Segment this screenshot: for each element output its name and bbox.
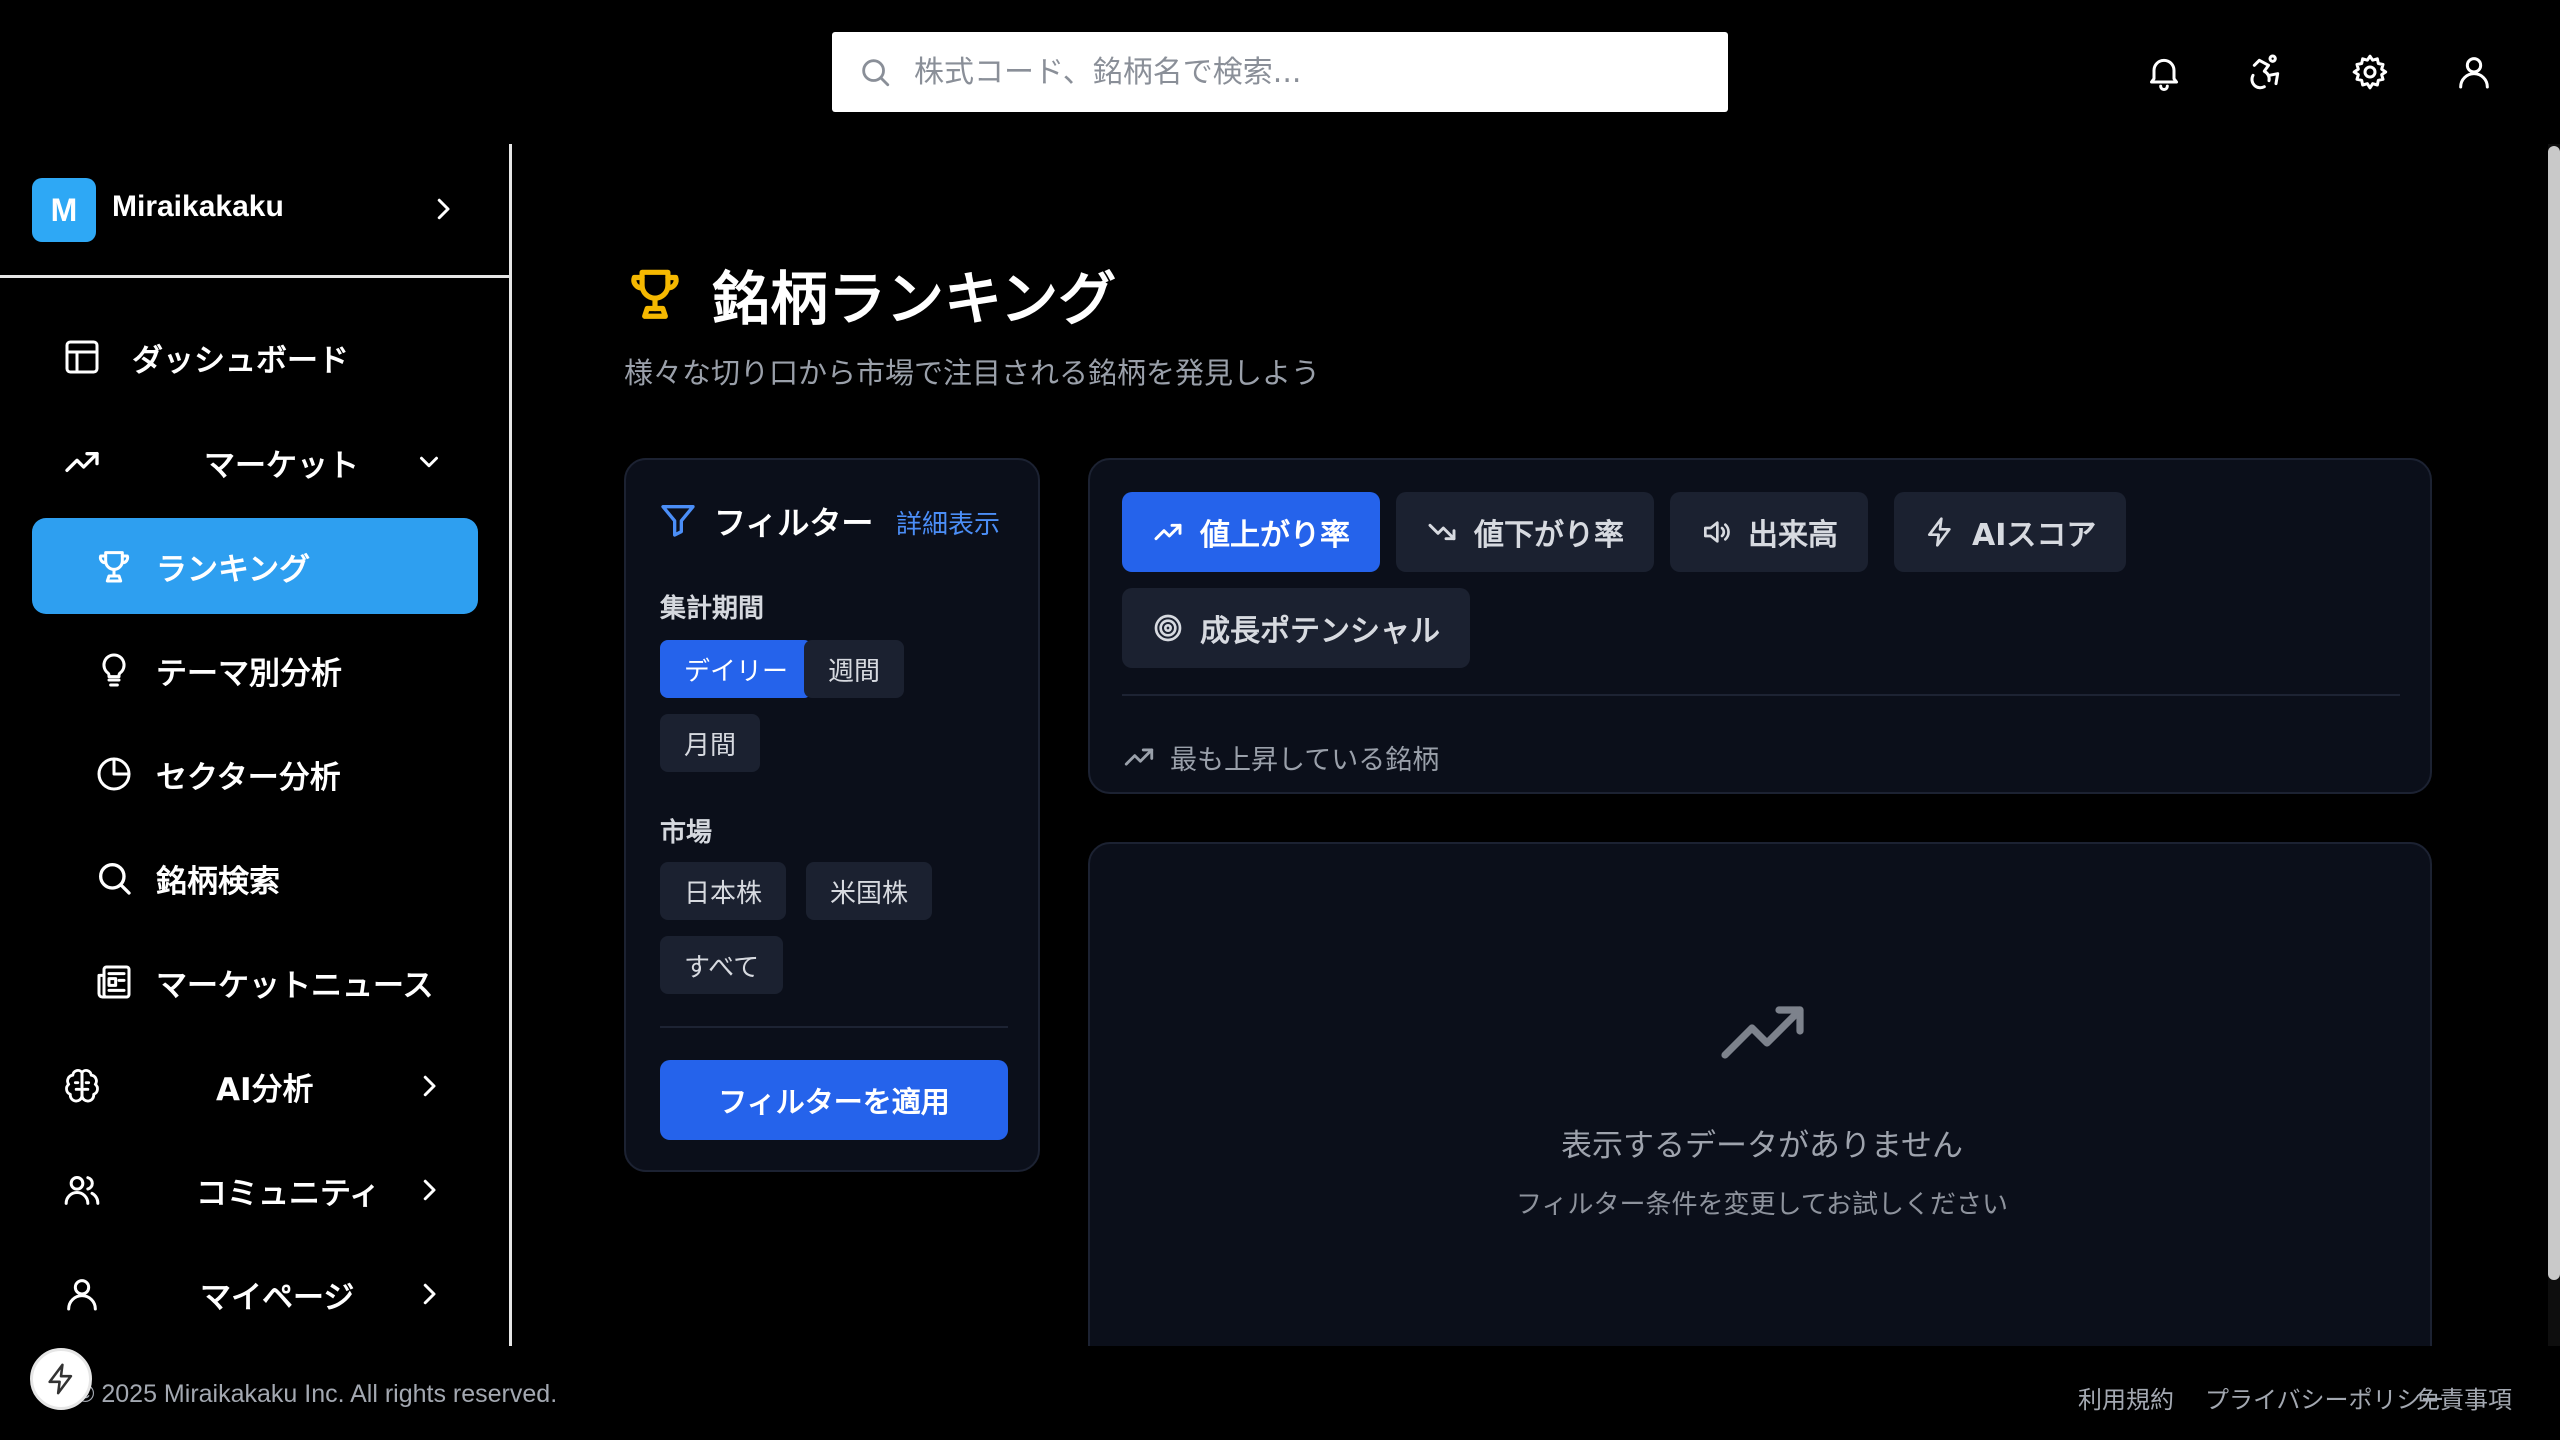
layout-icon [62, 337, 102, 377]
sidebar-item-market[interactable]: マーケット [32, 414, 478, 510]
user-icon[interactable] [2450, 48, 2498, 96]
user-icon [62, 1274, 102, 1314]
scrollbar-thumb[interactable] [2548, 146, 2560, 1280]
sidebar-item-stock-search[interactable]: 銘柄検索 [32, 830, 478, 926]
trending-up-icon [1154, 523, 1182, 541]
copyright-text: 2025 Miraikakaku Inc. All rights reserve… [101, 1380, 558, 1408]
volume-icon [1704, 521, 1730, 543]
lightning-icon [48, 1363, 73, 1395]
footer-link-disclaimer[interactable]: 免責事項 [2416, 1380, 2512, 1415]
lightbulb-icon [94, 650, 134, 690]
sidebar-item-label: 銘柄検索 [156, 863, 280, 900]
filter-icon [661, 505, 695, 537]
brain-icon [62, 1066, 102, 1106]
brand-name: Miraikakaku [112, 190, 284, 223]
period-label: 集計期間 [660, 594, 765, 624]
market-chip-all[interactable]: すべて [660, 936, 784, 994]
period-chip-daily[interactable]: デイリー [660, 640, 813, 698]
chevron-right-icon [423, 1283, 436, 1305]
chevron-right-icon [423, 1179, 436, 1201]
footer-link-terms[interactable]: 利用規約 [2078, 1380, 2174, 1415]
market-label: 市場 [660, 818, 713, 848]
period-chip-weekly[interactable]: 週間 [804, 640, 905, 698]
sidebar-item-label: マーケットニュース [156, 967, 434, 1004]
top-header [0, 0, 2560, 144]
sidebar-item-label: ダッシュボード [132, 342, 349, 379]
tabs-divider [1122, 694, 2400, 696]
sidebar: M Miraikakaku ダッシュボード マーケット ランキング テーマ別分析 [0, 144, 512, 1346]
sidebar-item-label: AI分析 [216, 1071, 314, 1108]
sidebar-item-sector-analysis[interactable]: セクター分析 [32, 726, 478, 822]
results-panel: 表示するデータがありません フィルター条件を変更してお試しください [1088, 842, 2432, 1382]
sidebar-item-label: マイページ [200, 1279, 355, 1316]
empty-state-title: 表示するデータがありません [1560, 1128, 1964, 1164]
filter-detail-link[interactable]: 詳細表示 [896, 504, 1000, 541]
tab-gainers[interactable]: 値上がり率 [1122, 492, 1380, 572]
chevron-right-icon [437, 198, 450, 220]
sidebar-item-label: ランキング [156, 551, 311, 588]
sidebar-item-ranking[interactable]: ランキング [32, 518, 478, 614]
sidebar-item-theme-analysis[interactable]: テーマ別分析 [32, 622, 478, 718]
gear-icon[interactable] [2346, 48, 2394, 96]
tab-label: 値上がり率 [1200, 518, 1350, 553]
tab-volume[interactable]: 出来高 [1670, 492, 1868, 572]
market-chip-us[interactable]: 米国株 [806, 862, 933, 920]
sidebar-item-market-news[interactable]: マーケットニュース [32, 934, 478, 1030]
ranking-tabs-panel: 値上がり率 値下がり率 出来高 AIスコア 成長ポテンシャル 最も上昇している銘… [1088, 458, 2432, 794]
empty-state-subtitle: フィルター条件を変更してお試しください [1516, 1190, 2008, 1220]
copyright: © 2025 Miraikakaku Inc. All rights reser… [76, 1380, 558, 1408]
trending-up-icon [1721, 1006, 1804, 1059]
footer-link-privacy[interactable]: プライバシーポリシー [2205, 1380, 2445, 1415]
brand-logo: M [32, 178, 96, 242]
tab-label: 値下がり率 [1474, 518, 1624, 553]
search-icon [94, 858, 134, 898]
trophy-icon [94, 546, 134, 586]
filter-title: フィルター [714, 504, 874, 542]
tab-losers[interactable]: 値下がり率 [1396, 492, 1654, 572]
lightning-icon [1928, 517, 1951, 547]
sidebar-item-label: セクター分析 [156, 759, 341, 796]
tab-label: 出来高 [1748, 518, 1838, 553]
trending-down-icon [1428, 523, 1456, 541]
page-title: 銘柄ランキング [712, 265, 1117, 333]
footer: © 2025 Miraikakaku Inc. All rights reser… [0, 1346, 2560, 1440]
brand-switcher[interactable]: M Miraikakaku [0, 144, 509, 278]
sidebar-item-label: マーケット [204, 447, 359, 484]
tab-ai-score[interactable]: AIスコア [1894, 492, 2127, 572]
sidebar-item-my-page[interactable]: マイページ [32, 1246, 478, 1342]
tab-label: AIスコア [1972, 518, 2097, 553]
search-icon [862, 59, 890, 87]
search-bar[interactable] [832, 32, 1728, 112]
trending-up-icon [62, 442, 102, 482]
filter-panel: フィルター 詳細表示 集計期間 デイリー 週間 月間 市場 日本株 米国株 すべ… [624, 458, 1040, 1172]
sidebar-item-label: コミュニティ [196, 1175, 381, 1212]
period-chip-monthly[interactable]: 月間 [660, 714, 761, 772]
sidebar-item-label: テーマ別分析 [156, 655, 342, 692]
pie-chart-icon [94, 754, 134, 794]
sidebar-item-dashboard[interactable]: ダッシュボード [32, 309, 478, 405]
trophy-icon [631, 269, 679, 319]
trending-up-icon [1124, 748, 1154, 766]
target-icon [1154, 614, 1182, 642]
market-chip-japan[interactable]: 日本株 [660, 862, 787, 920]
sidebar-item-ai-analysis[interactable]: AI分析 [32, 1038, 478, 1134]
users-icon [62, 1170, 102, 1210]
newspaper-icon [94, 962, 134, 1002]
page-subtitle: 様々な切り口から市場で注目される銘柄を発見しよう [624, 356, 1321, 390]
apply-filter-button[interactable]: フィルターを適用 [660, 1060, 1008, 1140]
chevron-right-icon [423, 1075, 436, 1097]
search-input[interactable] [914, 54, 1694, 90]
dev-tools-button[interactable] [30, 1348, 92, 1410]
accessibility-icon[interactable] [2242, 48, 2290, 96]
tab-description: 最も上昇している銘柄 [1170, 745, 1440, 776]
tab-label: 成長ポテンシャル [1200, 614, 1440, 649]
sidebar-item-community[interactable]: コミュニティ [32, 1142, 478, 1238]
bell-icon[interactable] [2140, 48, 2188, 96]
filter-divider [660, 1026, 1008, 1028]
tab-growth-potential[interactable]: 成長ポテンシャル [1122, 588, 1470, 668]
chevron-down-icon [420, 456, 438, 468]
